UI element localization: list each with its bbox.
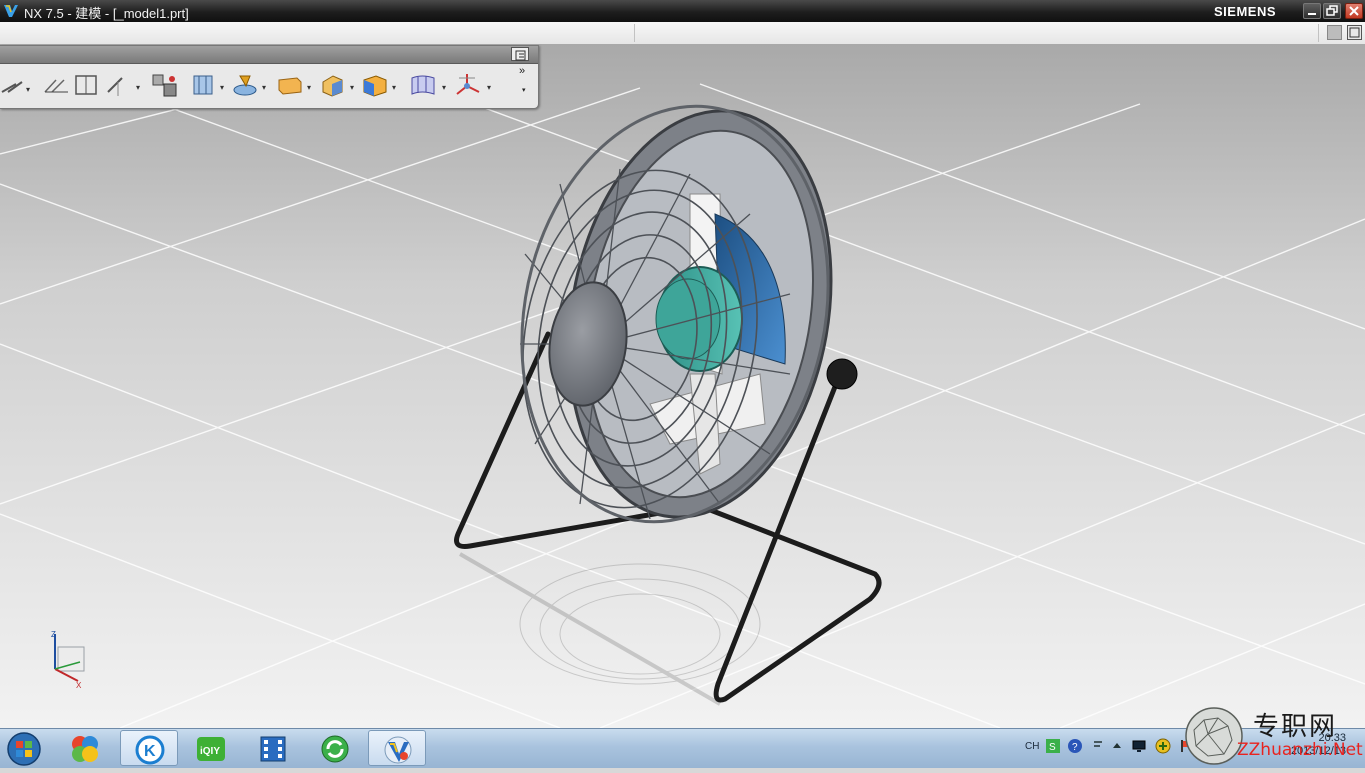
svg-text:▾: ▾ xyxy=(220,83,224,92)
help-icon[interactable]: ? xyxy=(1067,738,1083,754)
toolbar-header[interactable] xyxy=(0,46,538,64)
unite-icon[interactable]: ▾ xyxy=(360,70,400,100)
add-circle-icon[interactable] xyxy=(1155,738,1171,754)
taskbar: K iQIY CH S ? xyxy=(0,728,1365,768)
watermark-en-text: ZZhuanzhi.Net xyxy=(1237,740,1363,760)
show-hidden-icons[interactable] xyxy=(1109,738,1125,754)
svg-text:▾: ▾ xyxy=(392,83,396,92)
svg-text:▾: ▾ xyxy=(487,83,491,92)
svg-text:K: K xyxy=(144,743,156,760)
watermark-cn-text: 专职网 xyxy=(1253,712,1338,742)
shell-icon[interactable]: ▾ xyxy=(318,70,358,100)
block-icon[interactable]: ▾ xyxy=(275,70,315,100)
green-refresh-icon[interactable] xyxy=(306,730,364,766)
swept-surface-icon[interactable]: ▾ xyxy=(408,70,450,100)
tray-menu-icon[interactable] xyxy=(1090,738,1106,754)
point-set-icon[interactable] xyxy=(150,70,180,100)
datum-csys-icon[interactable] xyxy=(72,70,102,100)
menu-bar xyxy=(0,22,1365,45)
network-icon[interactable] xyxy=(1131,738,1147,754)
svg-text:▾: ▾ xyxy=(350,83,354,92)
siemens-brand: SIEMENS xyxy=(1214,4,1277,19)
sketch-curve-icon[interactable]: ▾ xyxy=(0,70,34,100)
triad-z-label: Z xyxy=(51,630,56,639)
revolve-icon[interactable]: ▾ xyxy=(232,70,270,100)
video-film-icon[interactable] xyxy=(244,730,302,766)
svg-text:▾: ▾ xyxy=(442,83,446,92)
minimize-button[interactable] xyxy=(1303,3,1321,19)
menu-separator xyxy=(1318,24,1319,42)
close-button[interactable] xyxy=(1345,3,1363,19)
title-bar: NX 7.5 - 建模 - [_model1.prt] SIEMENS xyxy=(0,0,1365,22)
menu-separator xyxy=(634,24,635,42)
iqiyi-icon[interactable]: iQIY xyxy=(182,730,240,766)
graphics-viewport[interactable]: Z X xyxy=(0,44,1365,728)
svg-text:iQIY: iQIY xyxy=(200,746,220,757)
colorful-app-icon[interactable] xyxy=(56,730,114,766)
datum-plane-icon[interactable] xyxy=(42,70,72,100)
full-screen-icon[interactable] xyxy=(1347,25,1362,40)
toolbar-row: ▾ ▾ ▾ ▾ ▾ ▾ ▾ ▾ ▾ xyxy=(0,64,538,106)
window-title: NX 7.5 - 建模 - [_model1.prt] xyxy=(24,6,189,21)
k-player-icon[interactable]: K xyxy=(120,730,178,766)
toolbar-overflow-button[interactable]: » xyxy=(519,65,525,77)
nx-app-icon xyxy=(4,5,18,17)
resource-bar-icon[interactable] xyxy=(1327,25,1342,40)
svg-text:?: ? xyxy=(1072,742,1078,753)
svg-text:S: S xyxy=(1049,742,1056,753)
toolbar-dropdown-button[interactable]: ▾ xyxy=(522,86,526,94)
input-language[interactable]: CH xyxy=(1025,741,1039,752)
triad-x-label: X xyxy=(76,681,82,690)
restore-button[interactable] xyxy=(1323,3,1341,19)
svg-text:▾: ▾ xyxy=(26,85,30,94)
sogou-ime-icon[interactable]: S xyxy=(1045,738,1061,754)
datum-axis-icon[interactable]: ▾ xyxy=(104,70,144,100)
nx-app-icon[interactable] xyxy=(368,730,426,766)
svg-text:▾: ▾ xyxy=(136,83,140,92)
feature-toolbar: ▾ ▾ ▾ ▾ ▾ ▾ ▾ ▾ ▾ » ▾ xyxy=(0,45,539,109)
move-csys-icon[interactable]: ▾ xyxy=(453,70,495,100)
toolbar-options-icon[interactable] xyxy=(511,47,529,61)
windows-start-icon[interactable] xyxy=(4,730,44,768)
svg-text:▾: ▾ xyxy=(307,83,311,92)
svg-text:▾: ▾ xyxy=(262,83,266,92)
extrude-icon[interactable]: ▾ xyxy=(190,70,228,100)
